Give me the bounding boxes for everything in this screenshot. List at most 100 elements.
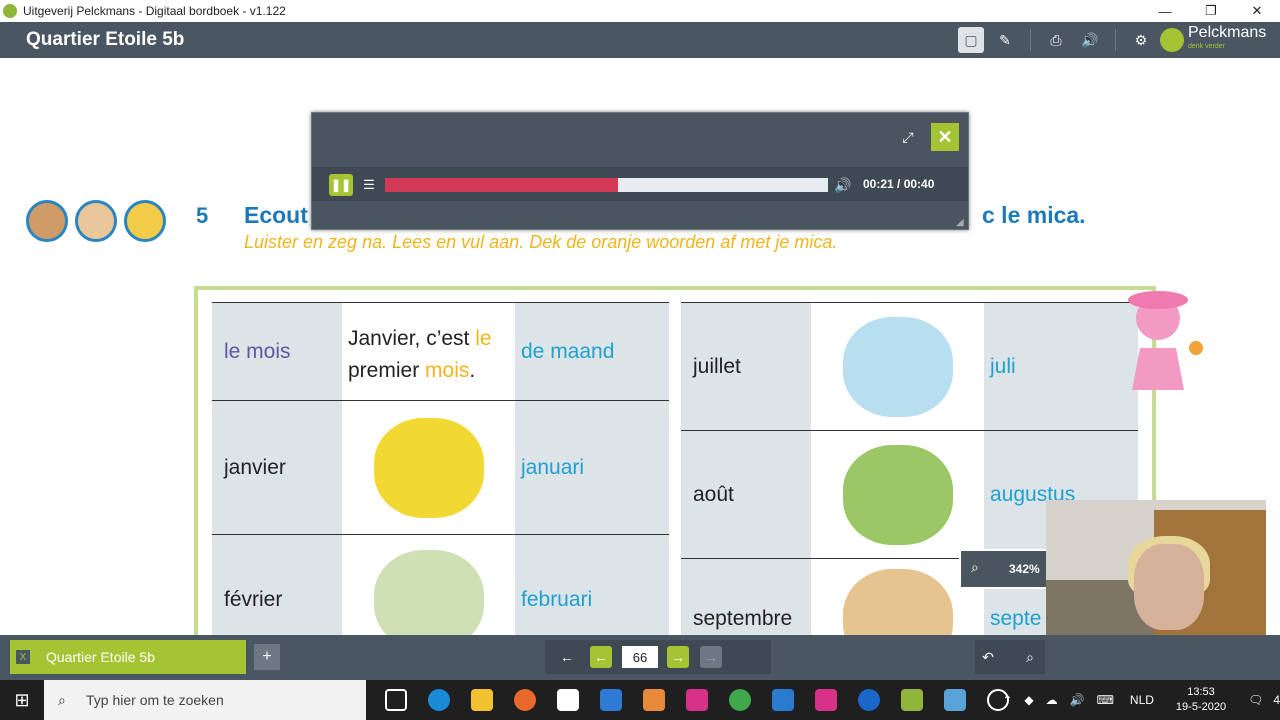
couple-bench-illustration — [373, 549, 484, 635]
image-cell — [811, 303, 984, 430]
book-tab[interactable]: X Quartier Etoile 5b — [10, 640, 246, 674]
image-cell — [811, 431, 984, 558]
school-illustration — [842, 568, 953, 635]
avatar-write[interactable] — [124, 200, 166, 242]
settings-icon[interactable]: ⚙ — [1128, 27, 1154, 53]
leaf-icon — [1160, 28, 1184, 52]
toolbar-icons: ▢ ✎ ⎙ 🔊 ⚙ — [958, 27, 1154, 53]
exercise-instruction: Luister en zeg na. Lees en vul aan. Dek … — [244, 232, 838, 252]
view-controls: ↶ ⌕ — [975, 640, 1045, 674]
onedrive-icon[interactable] — [847, 680, 890, 720]
zoom-search-icon[interactable]: ⌕ — [1019, 646, 1041, 668]
clock[interactable]: 13:53 19-5-2020 — [1176, 685, 1226, 715]
window-icon[interactable]: ▢ — [958, 27, 984, 53]
french-word: août — [681, 431, 811, 558]
pelckmans-icon[interactable] — [890, 680, 933, 720]
windows-start-icon[interactable]: ⊞ — [0, 680, 44, 720]
language-indicator[interactable]: NLD — [1130, 693, 1154, 707]
zoom-icon[interactable]: ⌕ — [971, 559, 991, 579]
notification-icon[interactable]: 🗨 — [1248, 693, 1263, 707]
french-word: janvier — [212, 401, 342, 534]
sentence-part: le — [475, 327, 492, 350]
dropbox-icon[interactable]: ◆ — [1024, 693, 1033, 707]
exercise-title-end: c le mica. — [982, 202, 1086, 228]
print-icon[interactable]: ⎙ — [1043, 27, 1069, 53]
table-row: juillet juli — [681, 302, 1138, 430]
pause-button[interactable]: ❚❚ — [329, 174, 353, 196]
french-word: le mois — [212, 303, 342, 400]
taskbar-search[interactable]: ⌕ Typ hier om te zoeken — [44, 680, 366, 720]
avatar-read[interactable] — [75, 200, 117, 242]
resize-handle-icon[interactable]: ◢ — [956, 217, 966, 228]
previous-page-icon[interactable]: ← — [590, 646, 612, 668]
undo-icon[interactable]: ↶ — [977, 646, 999, 668]
forward-arrow-icon[interactable]: → — [700, 646, 722, 668]
close-tab-icon[interactable]: X — [16, 650, 30, 664]
fullscreen-icon[interactable]: ⤢ — [896, 125, 920, 149]
example-sentence: Janvier, c’est le premier mois. — [342, 303, 515, 400]
table-row: janvier januari — [212, 400, 669, 534]
french-word: septembre — [681, 559, 811, 635]
exercise-number: 5 — [196, 203, 209, 228]
firefox-icon[interactable] — [503, 680, 546, 720]
table-row: février februari — [212, 534, 669, 635]
player-time: 00:21 / 00:40 — [863, 177, 935, 191]
player-controls: ❚❚ ☰ 🔊 00:21 / 00:40 — [312, 167, 968, 201]
pen-icon[interactable]: ✎ — [992, 27, 1018, 53]
zoom-value: 342% — [1009, 562, 1040, 576]
french-word: juillet — [681, 303, 811, 430]
swimming-illustration — [842, 316, 953, 417]
progress-fill — [385, 178, 618, 192]
close-window-button[interactable]: ✕ — [1234, 0, 1280, 22]
dutch-word: januari — [515, 401, 669, 534]
page-number-input[interactable]: 66 — [622, 646, 658, 668]
clock-date: 19-5-2020 — [1175, 701, 1227, 713]
file-explorer-icon[interactable] — [460, 680, 503, 720]
speaker-icon[interactable]: 🔊 — [1077, 27, 1103, 53]
dutch-word: de maand — [515, 303, 669, 400]
volume-icon[interactable]: 🔊 — [832, 174, 854, 196]
windows-taskbar: ⊞ ⌕ Typ hier om te zoeken ⌃ ◆ ☁ 🔊 ⌨ NLD … — [0, 680, 1280, 720]
volume-tray-icon[interactable]: 🔊 — [1070, 693, 1085, 707]
close-player-button[interactable]: ✕ — [931, 123, 959, 151]
store-icon[interactable] — [546, 680, 589, 720]
zoom-indicator: ⌕ 342% — [959, 549, 1049, 589]
app-toolbar: Quartier Etoile 5b ▢ ✎ ⎙ 🔊 ⚙ Pelckmans d… — [0, 22, 1280, 58]
image-cell — [342, 535, 515, 635]
add-tab-button[interactable]: + — [254, 644, 280, 670]
taskbar-apps — [374, 680, 1019, 720]
next-page-icon[interactable]: → — [667, 646, 689, 668]
app-icon[interactable] — [804, 680, 847, 720]
system-tray: ⌃ ◆ ☁ 🔊 ⌨ NLD 13:53 19-5-2020 🗨 4 — [996, 680, 1280, 720]
back-arrow-icon[interactable]: ← — [556, 646, 578, 668]
celebration-illustration — [373, 417, 484, 518]
fairy-illustration — [1128, 291, 1203, 390]
dutch-word: juli — [984, 303, 1138, 430]
app-icon[interactable] — [933, 680, 976, 720]
window-title: Uitgeverij Pelckmans - Digitaal bordboek… — [23, 4, 286, 18]
app-icon[interactable] — [589, 680, 632, 720]
playlist-icon[interactable]: ☰ — [358, 174, 380, 196]
keyboard-icon[interactable]: ⌨ — [1097, 693, 1114, 707]
edge-icon[interactable] — [417, 680, 460, 720]
cloud-icon[interactable]: ☁ — [1046, 693, 1058, 707]
mail-icon[interactable] — [761, 680, 804, 720]
table-row: le mois Janvier, c’est le premier mois. d… — [212, 302, 669, 400]
sentence-part: Janvier, c’est — [348, 327, 476, 350]
book-tab-label: Quartier Etoile 5b — [46, 649, 155, 665]
progress-track[interactable] — [385, 178, 828, 192]
app-icon[interactable] — [675, 680, 718, 720]
notification-count: 4 — [1273, 693, 1280, 707]
avatar-listen[interactable] — [26, 200, 68, 242]
app-logo-icon — [3, 4, 17, 18]
chrome-icon[interactable] — [718, 680, 761, 720]
bottom-bar: X Quartier Etoile 5b + ← ← 66 → → ↶ ⌕ — [0, 635, 1280, 680]
task-view-icon[interactable] — [374, 680, 417, 720]
media-icon[interactable] — [632, 680, 675, 720]
restore-button[interactable]: ❐ — [1188, 0, 1234, 22]
image-cell — [342, 401, 515, 534]
minimize-button[interactable]: — — [1142, 0, 1188, 22]
chevron-up-icon[interactable]: ⌃ — [1002, 693, 1012, 707]
brand-logo: Pelckmans denk verder — [1160, 25, 1266, 54]
toolbar-divider — [1115, 29, 1116, 51]
